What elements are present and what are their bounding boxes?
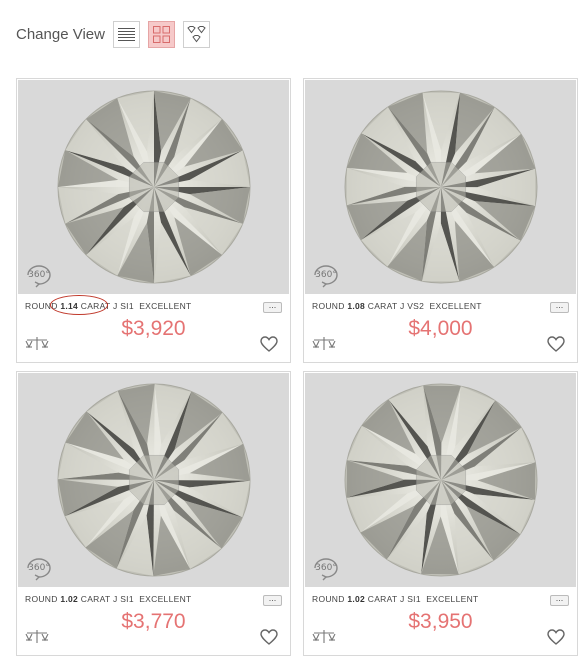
color-grade: J	[399, 594, 405, 604]
diamond-image	[57, 90, 251, 284]
grid-icon	[152, 25, 170, 43]
more-options-button[interactable]: ...	[550, 301, 569, 313]
carat-label: CARAT	[367, 594, 398, 604]
clarity-grade: VS2	[407, 301, 425, 311]
change-view-label: Change View	[16, 25, 105, 43]
clarity-grade: SI1	[407, 594, 421, 604]
favorite-heart-icon[interactable]	[260, 629, 278, 650]
cut-grade: EXCELLENT	[429, 301, 482, 311]
diamond-specs: ROUND 1.08 CARAT J VS2 EXCELLENT	[312, 301, 482, 311]
price: $3,920	[121, 317, 186, 340]
cut-grade: EXCELLENT	[139, 594, 192, 604]
clarity-grade: SI1	[120, 594, 134, 604]
carat-value: 1.02	[60, 594, 79, 604]
more-options-button[interactable]: ...	[263, 301, 282, 313]
diamond-card[interactable]: 360° ROUND 1.14 CARAT J SI1 EXCELLENT ..…	[16, 78, 291, 363]
compare-icon[interactable]	[25, 337, 49, 356]
grid-view-button[interactable]	[147, 20, 175, 48]
carat-label: CARAT	[367, 301, 398, 311]
cut-grade: EXCELLENT	[139, 301, 192, 311]
svg-text:360°: 360°	[315, 270, 337, 280]
more-options-button[interactable]: ...	[263, 594, 282, 606]
price: $3,950	[408, 610, 473, 633]
diamond-specs: ROUND 1.02 CARAT J SI1 EXCELLENT	[312, 594, 479, 604]
price: $3,770	[121, 610, 186, 633]
carat-value: 1.02	[347, 594, 366, 604]
rotate-360-icon[interactable]: 360°	[311, 262, 341, 293]
shape-text: ROUND	[25, 594, 58, 604]
compare-icon[interactable]	[312, 337, 336, 356]
view-toolbar: Change View	[16, 18, 218, 50]
carat-label: CARAT	[80, 594, 111, 604]
color-grade: J	[399, 301, 405, 311]
diamond-image	[344, 383, 538, 577]
color-grade: J	[112, 301, 118, 311]
clarity-grade: SI1	[120, 301, 134, 311]
diamond-image-area[interactable]: 360°	[305, 373, 576, 587]
svg-text:360°: 360°	[315, 563, 337, 573]
list-view-button[interactable]	[112, 20, 140, 48]
diamond-image-area[interactable]: 360°	[18, 373, 289, 587]
diamond-image	[57, 383, 251, 577]
diamond-card[interactable]: 360° ROUND 1.02 CARAT J SI1 EXCELLENT ..…	[303, 371, 578, 656]
gallery-view-button[interactable]	[182, 20, 210, 48]
rotate-360-icon[interactable]: 360°	[24, 262, 54, 293]
list-lines-icon	[117, 27, 135, 41]
svg-text:360°: 360°	[28, 563, 50, 573]
shape-text: ROUND	[312, 301, 345, 311]
diamond-gallery-icon	[187, 25, 206, 42]
diamond-image-area[interactable]: 360°	[305, 80, 576, 294]
diamond-card[interactable]: 360° ROUND 1.02 CARAT J SI1 EXCELLENT ..…	[16, 371, 291, 656]
diamond-specs: ROUND 1.02 CARAT J SI1 EXCELLENT	[25, 594, 192, 604]
shape-text: ROUND	[312, 594, 345, 604]
favorite-heart-icon[interactable]	[547, 336, 565, 357]
color-grade: J	[112, 594, 118, 604]
svg-text:360°: 360°	[28, 270, 50, 280]
rotate-360-icon[interactable]: 360°	[24, 555, 54, 586]
more-options-button[interactable]: ...	[550, 594, 569, 606]
favorite-heart-icon[interactable]	[260, 336, 278, 357]
diamond-card[interactable]: 360° ROUND 1.08 CARAT J VS2 EXCELLENT ..…	[303, 78, 578, 363]
cut-grade: EXCELLENT	[426, 594, 479, 604]
carat-highlight-oval	[50, 295, 108, 315]
diamond-image	[344, 90, 538, 284]
rotate-360-icon[interactable]: 360°	[311, 555, 341, 586]
diamond-image-area[interactable]: 360°	[18, 80, 289, 294]
compare-icon[interactable]	[312, 630, 336, 649]
price: $4,000	[408, 317, 473, 340]
carat-value: 1.08	[347, 301, 366, 311]
favorite-heart-icon[interactable]	[547, 629, 565, 650]
compare-icon[interactable]	[25, 630, 49, 649]
